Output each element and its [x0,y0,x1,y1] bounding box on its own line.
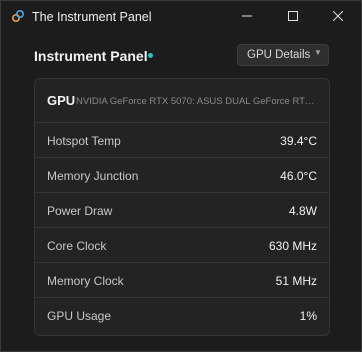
page-title: Instrument Panel [34,48,148,64]
minimize-icon [242,15,252,17]
gpu-header-row: GPU NVIDIA GeForce RTX 5070: ASUS DUAL G… [35,79,329,123]
gpu-details-dropdown[interactable]: GPU Details ▼ [237,44,329,66]
app-window: The Instrument Panel Instrument Panel GP… [0,0,362,352]
maximize-button[interactable] [270,1,316,31]
minimize-button[interactable] [224,1,270,31]
metric-label: Memory Clock [47,274,124,288]
close-icon [333,11,343,21]
metric-value: 51 MHz [275,274,317,288]
close-button[interactable] [315,1,361,31]
gpu-model-name: NVIDIA GeForce RTX 5070: ASUS DUAL GeFor… [76,96,316,107]
gpu-details-panel: GPU NVIDIA GeForce RTX 5070: ASUS DUAL G… [34,78,330,336]
metric-label: Core Clock [47,239,107,253]
metric-row: Memory Clock 51 MHz [35,263,329,298]
gpu-label: GPU [47,93,76,108]
maximize-icon [288,11,298,21]
chevron-down-icon: ▼ [314,48,322,57]
metric-row: Memory Junction 46.0°C [35,158,329,193]
metric-label: Power Draw [47,204,113,218]
title-bar[interactable]: The Instrument Panel [1,1,361,33]
link-icon [11,9,25,23]
metrics-list: Hotspot Temp 39.4°C Memory Junction 46.0… [35,123,329,332]
metric-value: 630 MHz [268,239,317,253]
metric-label: Hotspot Temp [47,134,121,148]
metric-label: Memory Junction [47,169,139,183]
metric-row: GPU Usage 1% [35,298,329,332]
window-title: The Instrument Panel [32,10,152,24]
status-indicator [148,53,153,58]
metric-value: 4.8W [288,204,317,218]
metric-row: Power Draw 4.8W [35,193,329,228]
metric-value: 46.0°C [280,169,317,183]
metric-label: GPU Usage [47,309,112,323]
metric-row: Core Clock 630 MHz [35,228,329,263]
dropdown-label: GPU Details [247,49,311,61]
metric-value: 1% [299,309,317,323]
metric-value: 39.4°C [280,134,317,148]
metric-row: Hotspot Temp 39.4°C [35,123,329,158]
